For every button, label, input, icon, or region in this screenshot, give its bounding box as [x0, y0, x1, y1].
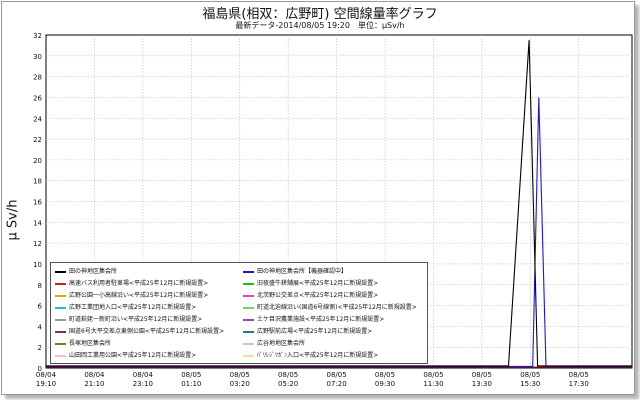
y-tick-label: 2	[38, 344, 42, 352]
x-tick-time: 23:10	[133, 380, 153, 388]
legend-label: 広野工業団地入口<平成25年12月に新規設置>	[69, 304, 197, 311]
x-tick-date: 08/04	[84, 371, 105, 379]
x-tick-date: 08/05	[423, 371, 443, 379]
legend-swatch	[55, 294, 66, 297]
legend-item: 高速バス利用者駐車場<平成25年12月に新規設置>	[55, 278, 208, 289]
x-tick-time: 05:20	[278, 380, 298, 388]
legend-label: 国道6号大平交差点東側公園<平成25年12月に新規設置>	[69, 328, 225, 335]
y-tick-label: 28	[33, 74, 42, 82]
legend-item: 広谷地地区集会所	[243, 338, 305, 349]
y-tick-label: 26	[33, 94, 42, 102]
legend-swatch	[243, 330, 254, 333]
x-tick-time: 09:30	[375, 380, 395, 388]
legend-swatch	[243, 270, 254, 273]
y-tick-label: 8	[38, 282, 42, 290]
legend-swatch	[55, 354, 66, 357]
y-tick-label: 16	[33, 199, 42, 207]
legend-item: 国道6号大平交差点東側公園<平成25年12月に新規設置>	[55, 326, 224, 337]
legend-label: 広谷地地区集会所	[257, 340, 306, 347]
x-tick-date: 08/05	[375, 371, 395, 379]
legend-item: 町道北迫線沿い(国道6号線側)<平成25年12月に新規設置>	[243, 302, 417, 313]
y-tick-label: 20	[33, 157, 42, 165]
legend-swatch	[55, 270, 66, 273]
legend-swatch	[243, 282, 254, 285]
legend-swatch	[243, 294, 254, 297]
legend-item: 広野公園一小高線沿い<平成25年12月に新規設置>	[55, 290, 208, 301]
y-tick-label: 10	[33, 261, 42, 269]
legend-swatch	[243, 342, 254, 345]
legend-label: 高速バス利用者駐車場<平成25年12月に新規設置>	[69, 280, 209, 287]
legend-item: 山田岡工業用公園<平成25年12月に新規設置>	[55, 350, 196, 361]
legend-swatch	[55, 306, 66, 309]
x-tick-date: 08/05	[520, 371, 540, 379]
y-tick-label: 4	[38, 323, 43, 331]
legend-swatch	[55, 342, 66, 345]
legend-label: ﾊﾟﾘﾚｼﾞﾂｶﾞﾝ入口<平成25年12月に新規設置>	[257, 352, 379, 359]
x-tick-date: 08/05	[230, 371, 250, 379]
x-tick-date: 08/05	[569, 371, 589, 379]
legend-swatch	[243, 354, 254, 357]
legend-item: 土ケ目沢農業施設<平成25年12月に新規設置>	[243, 314, 384, 325]
legend-swatch	[243, 306, 254, 309]
y-tick-label: 24	[33, 115, 42, 123]
y-tick-label: 22	[33, 136, 42, 144]
legend-item: 田の神地区集会所【機器確認中】	[243, 266, 347, 277]
legend-item: 長塚地区集会所	[55, 338, 111, 349]
x-tick-date: 08/05	[278, 371, 298, 379]
x-tick-date: 08/05	[326, 371, 346, 379]
y-tick-label: 14	[33, 219, 42, 227]
legend-label: 町道北迫線沿い(国道6号線側)<平成25年12月に新規設置>	[257, 304, 417, 311]
x-tick-date: 08/04	[36, 371, 57, 379]
x-tick-time: 21:10	[84, 380, 104, 388]
legend-swatch	[55, 282, 66, 285]
x-tick-time: 03:20	[230, 380, 250, 388]
legend-item: 田の神地区集会所	[55, 266, 117, 277]
x-tick-time: 13:30	[472, 380, 492, 388]
legend-item: 広野工業団地入口<平成25年12月に新規設置>	[55, 302, 196, 313]
legend: 田の神地区集会所 田の神地区集会所【機器確認中】高速バス利用者駐車場<平成25年1…	[50, 262, 428, 364]
x-tick-time: 17:30	[569, 380, 589, 388]
legend-swatch	[243, 318, 254, 321]
legend-label: 田の神地区集会所【機器確認中】	[257, 268, 348, 275]
x-tick-date: 08/04	[133, 371, 154, 379]
legend-swatch	[55, 330, 66, 333]
x-tick-time: 01:10	[181, 380, 201, 388]
legend-label: 広野公園一小高線沿い<平成25年12月に新規設置>	[69, 292, 209, 299]
y-tick-label: 30	[33, 53, 42, 61]
legend-label: 広野駅前広場<平成25年12月に新規設置>	[257, 328, 373, 335]
y-tick-label: 18	[33, 178, 42, 186]
x-tick-date: 08/05	[472, 371, 492, 379]
legend-label: 町道萩姥一新町沿い<平成25年12月に新規設置>	[69, 316, 203, 323]
x-tick-time: 15:30	[520, 380, 540, 388]
y-tick-label: 6	[38, 303, 43, 311]
x-tick-time: 19:10	[36, 380, 56, 388]
y-tick-label: 12	[33, 240, 42, 248]
legend-label: 長塚地区集会所	[69, 340, 112, 347]
legend-item: 北茨野公交差点<平成25年12月に新規設置>	[243, 290, 378, 301]
legend-item: ﾊﾟﾘﾚｼﾞﾂｶﾞﾝ入口<平成25年12月に新規設置>	[243, 350, 378, 361]
x-tick-time: 11:30	[423, 380, 443, 388]
y-tick-label: 32	[33, 32, 42, 40]
legend-item: 広野駅前広場<平成25年12月に新規設置>	[243, 326, 372, 337]
legend-label: 土ケ目沢農業施設<平成25年12月に新規設置>	[257, 316, 385, 323]
legend-label: 旧夜盛牛耕舗展<平成25年12月に新規設置>	[257, 280, 379, 287]
legend-swatch	[55, 318, 66, 321]
legend-label: 北茨野公交差点<平成25年12月に新規設置>	[257, 292, 379, 299]
x-tick-date: 08/05	[181, 371, 201, 379]
legend-item: 旧夜盛牛耕舗展<平成25年12月に新規設置>	[243, 278, 378, 289]
legend-label: 田の神地区集会所	[69, 268, 118, 275]
x-tick-time: 07:20	[326, 380, 346, 388]
legend-label: 山田岡工業用公園<平成25年12月に新規設置>	[69, 352, 197, 359]
legend-item: 町道萩姥一新町沿い<平成25年12月に新規設置>	[55, 314, 202, 325]
